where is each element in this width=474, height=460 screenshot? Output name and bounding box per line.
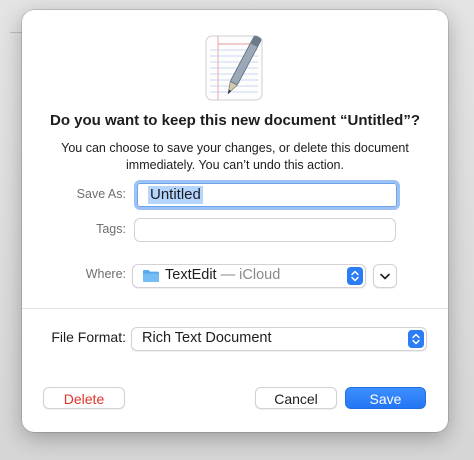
- dialog-message: You can choose to save your changes, or …: [61, 141, 409, 172]
- up-down-chevron-icon: [347, 267, 363, 285]
- save-as-value: Untitled: [148, 186, 203, 204]
- save-dialog: Do you want to keep this new document “U…: [22, 10, 448, 432]
- file-format-popup-button[interactable]: Rich Text Document: [131, 327, 427, 351]
- where-popup-button[interactable]: TextEdit — iCloud: [132, 264, 366, 288]
- section-divider: [22, 308, 448, 309]
- file-format-label: File Format:: [51, 329, 126, 345]
- tags-field[interactable]: [134, 218, 396, 242]
- where-value: TextEdit — iCloud: [165, 267, 280, 283]
- folder-icon: [143, 270, 159, 282]
- where-folder-name: TextEdit: [165, 267, 217, 283]
- background-ruler-mark: [10, 32, 22, 33]
- dialog-title: Do you want to keep this new document “U…: [49, 112, 420, 129]
- expand-dialog-button[interactable]: [373, 264, 397, 288]
- save-as-label: Save As:: [76, 187, 126, 201]
- textedit-icon: [205, 35, 263, 101]
- up-down-chevron-icon: [408, 330, 424, 348]
- where-location: — iCloud: [220, 267, 281, 283]
- chevron-down-icon: [380, 273, 390, 280]
- where-label: Where:: [85, 267, 126, 281]
- file-format-value: Rich Text Document: [142, 330, 272, 346]
- save-button[interactable]: Save: [345, 387, 426, 409]
- tags-label: Tags:: [96, 222, 126, 236]
- save-as-field[interactable]: Untitled: [134, 180, 400, 210]
- cancel-button[interactable]: Cancel: [255, 387, 337, 409]
- delete-button[interactable]: Delete: [43, 387, 125, 409]
